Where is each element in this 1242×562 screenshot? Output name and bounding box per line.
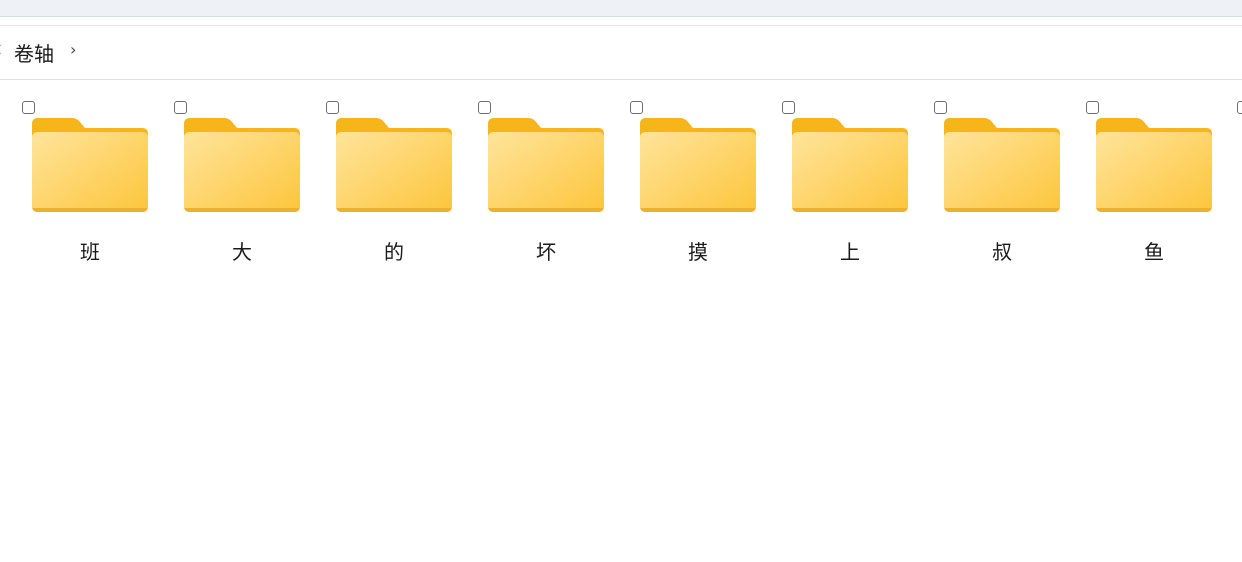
select-checkbox[interactable] xyxy=(934,101,947,114)
folder-item[interactable]: 坏 xyxy=(478,98,614,270)
window-top-strip xyxy=(0,0,1242,17)
folder-item[interactable]: 的 xyxy=(326,98,462,270)
folder-name: 坏 xyxy=(536,240,556,264)
folder-icon xyxy=(488,118,604,212)
folder-name: 班 xyxy=(80,240,100,264)
address-bar[interactable]: 卷轴 › xyxy=(0,26,1242,80)
select-checkbox[interactable] xyxy=(478,101,491,114)
select-checkbox[interactable] xyxy=(1237,101,1242,114)
chevron-right-icon[interactable]: › xyxy=(70,40,76,59)
select-checkbox[interactable] xyxy=(782,101,795,114)
folder-name: 鱼 xyxy=(1144,240,1164,264)
folder-name: 大 xyxy=(232,240,252,264)
select-checkbox[interactable] xyxy=(326,101,339,114)
folder-icon xyxy=(944,118,1060,212)
select-checkbox[interactable] xyxy=(630,101,643,114)
folder-item[interactable]: 摸 xyxy=(630,98,766,270)
folder-item[interactable]: 大 xyxy=(174,98,310,270)
folder-item[interactable]: 叔 xyxy=(934,98,1070,270)
folder-grid: 班 大 的 坏 摸 上 叔 鱼 xyxy=(0,80,1242,562)
select-checkbox[interactable] xyxy=(1086,101,1099,114)
folder-item[interactable]: 鱼 xyxy=(1086,98,1222,270)
folder-icon xyxy=(1096,118,1212,212)
folder-name: 的 xyxy=(384,240,404,264)
folder-item[interactable]: 上 xyxy=(782,98,918,270)
folder-name: 叔 xyxy=(992,240,1012,264)
folder-icon xyxy=(640,118,756,212)
select-checkbox[interactable] xyxy=(22,101,35,114)
folder-icon xyxy=(336,118,452,212)
select-checkbox[interactable] xyxy=(174,101,187,114)
folder-name: 摸 xyxy=(688,240,708,264)
folder-icon xyxy=(184,118,300,212)
folder-name: 上 xyxy=(840,240,860,264)
folder-icon xyxy=(32,118,148,212)
breadcrumb-current[interactable]: 卷轴 xyxy=(14,38,54,66)
folder-item[interactable]: 班 xyxy=(22,98,158,270)
folder-icon xyxy=(792,118,908,212)
chevron-left-icon[interactable] xyxy=(0,44,6,55)
